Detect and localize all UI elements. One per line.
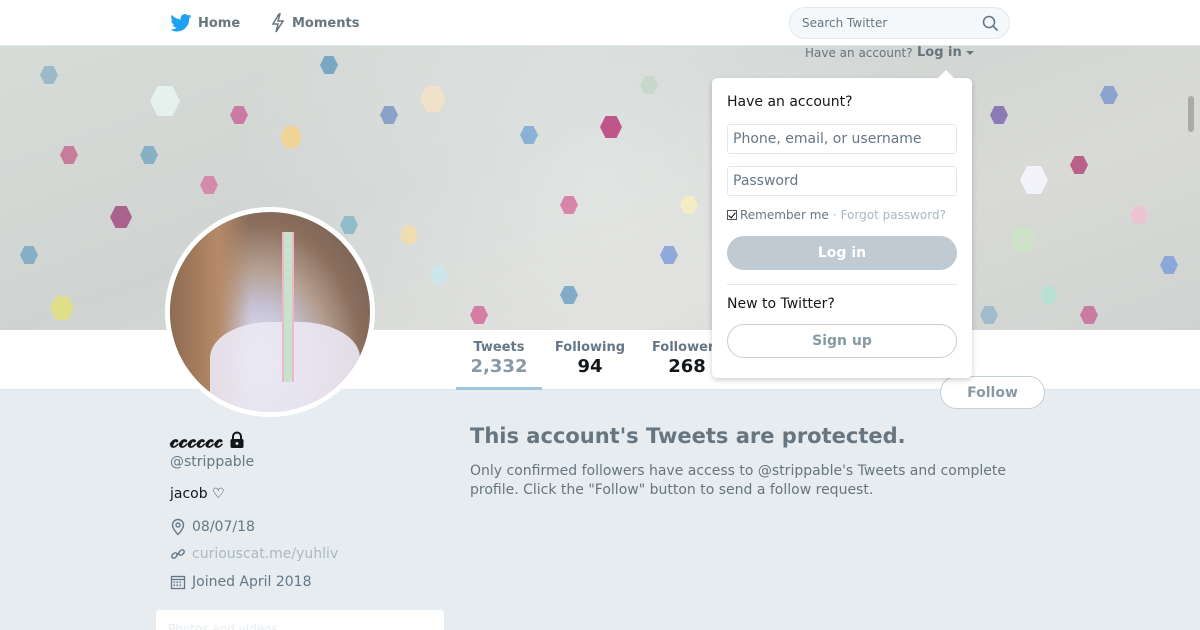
calendar-icon: [170, 575, 186, 590]
nav-moments[interactable]: Moments: [270, 0, 359, 46]
nav-home-label: Home: [198, 15, 241, 31]
stat-following[interactable]: Following 94: [552, 340, 628, 377]
have-account-text: Have an account?: [805, 46, 913, 60]
remember-row: Remember me · Forgot password?: [727, 208, 946, 222]
remember-label[interactable]: Remember me: [740, 208, 829, 222]
stat-label: Tweets: [473, 340, 525, 355]
protected-text: Only confirmed followers have access to …: [470, 463, 1006, 498]
link-icon: [171, 549, 185, 559]
password-field[interactable]: [727, 166, 957, 196]
display-name-text: 𝓬𝓬𝓬𝓬𝓬𝓬: [170, 428, 224, 452]
active-tab-indicator: [456, 387, 542, 390]
login-dropdown: Have an account? Remember me · Forgot pa…: [712, 70, 972, 378]
profile-joined: Joined April 2018: [170, 574, 312, 590]
lock-icon: [230, 431, 244, 448]
search-icon[interactable]: [982, 15, 999, 32]
search-input[interactable]: [802, 16, 972, 30]
signup-button[interactable]: Sign up: [727, 324, 957, 358]
login-button[interactable]: Log in: [727, 236, 957, 270]
location-pin-icon: [171, 518, 185, 536]
profile-url: curiouscat.me/yuhliv: [170, 546, 338, 562]
stat-tweets[interactable]: Tweets 2,332: [456, 340, 542, 390]
login-toggle-label: Log in: [917, 45, 962, 60]
stat-value: 94: [577, 356, 603, 377]
username-field[interactable]: [727, 124, 957, 154]
new-to-twitter-heading: New to Twitter?: [727, 296, 835, 312]
avatar[interactable]: [165, 207, 375, 417]
search-box: [789, 7, 1010, 39]
follow-button[interactable]: Follow: [940, 376, 1045, 409]
separator: ·: [832, 208, 837, 222]
profile-screen-name[interactable]: @strippable: [170, 454, 254, 470]
joined-text: Joined April 2018: [192, 574, 312, 590]
location-text: 08/07/18: [192, 519, 255, 535]
profile-bio: jacob ♡: [170, 486, 225, 502]
stat-value: 2,332: [470, 356, 528, 377]
top-nav: Home Moments: [0, 0, 1200, 46]
login-dropdown-toggle[interactable]: Log in: [917, 45, 974, 60]
url-link[interactable]: curiouscat.me/yuhliv: [192, 546, 338, 562]
caret-down-icon: [965, 50, 974, 55]
profile-location: 08/07/18: [170, 518, 255, 536]
forgot-password-link[interactable]: Forgot password?: [841, 208, 946, 222]
nav-home[interactable]: Home: [170, 0, 240, 46]
login-heading: Have an account?: [727, 94, 853, 110]
remember-checkbox[interactable]: [727, 210, 737, 220]
protected-title: This account's Tweets are protected.: [470, 424, 906, 448]
twitter-bird-icon: [170, 14, 192, 32]
nav-moments-label: Moments: [292, 15, 360, 31]
lightning-icon: [271, 13, 285, 33]
stat-label: Following: [554, 340, 626, 355]
scrollbar[interactable]: [1188, 96, 1194, 132]
avatar-photo: [170, 212, 370, 412]
photos-card-title[interactable]: Photos and videos: [168, 622, 278, 630]
photos-card: Photos and videos: [156, 610, 444, 630]
divider: [727, 284, 957, 285]
profile-display-name: 𝓬𝓬𝓬𝓬𝓬𝓬: [170, 428, 245, 452]
